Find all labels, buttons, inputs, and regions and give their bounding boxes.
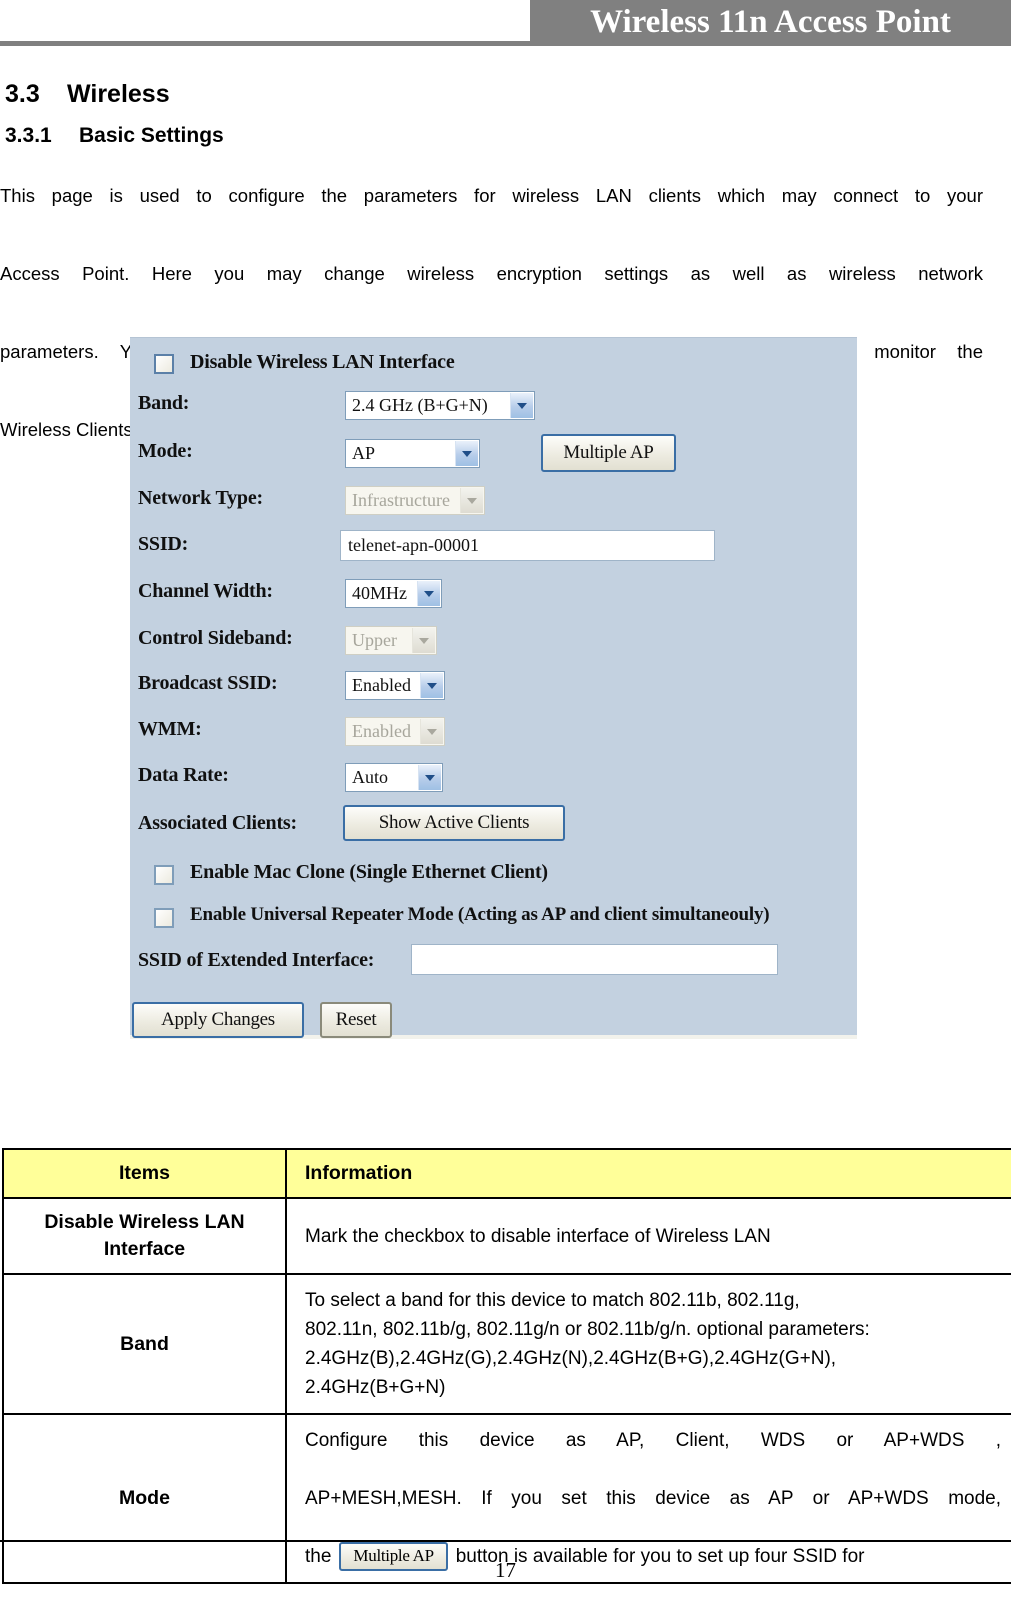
- show-active-clients-button[interactable]: Show Active Clients: [343, 805, 565, 841]
- control-sideband-row: Control Sideband: Upper: [130, 620, 857, 666]
- data-rate-select[interactable]: Auto: [345, 763, 443, 792]
- section-heading: 3.3 Wireless: [5, 80, 170, 109]
- channel-width-label: Channel Width:: [138, 580, 273, 602]
- mac-clone-label: Enable Mac Clone (Single Ethernet Client…: [190, 861, 548, 883]
- disable-wlan-row: Disable Wireless LAN Interface: [130, 343, 857, 389]
- column-header-items: Items: [2, 1148, 287, 1199]
- wmm-select: Enabled: [345, 717, 445, 746]
- form-actions-row: Apply Changes Reset: [130, 1002, 857, 1048]
- chevron-down-icon[interactable]: [417, 581, 440, 606]
- intro-line-2: Access Point. Here you may change wirele…: [0, 263, 983, 284]
- multiple-ap-button[interactable]: Multiple AP: [541, 434, 676, 472]
- data-rate-row: Data Rate: Auto: [130, 757, 857, 803]
- broadcast-ssid-label: Broadcast SSID:: [138, 672, 278, 694]
- associated-clients-row: Associated Clients: Show Active Clients: [130, 805, 857, 851]
- ssid-label: SSID:: [138, 533, 189, 555]
- network-type-row: Network Type: Infrastructure: [130, 480, 857, 526]
- chevron-down-icon: [460, 488, 483, 513]
- disable-wlan-label: Disable Wireless LAN Interface: [190, 351, 455, 373]
- ssid-row: SSID: telenet-apn-00001: [130, 526, 857, 572]
- data-rate-select-value: Auto: [352, 767, 388, 787]
- page-number: 17: [495, 1558, 516, 1582]
- description-line: 2.4GHz(B+G+N): [305, 1377, 446, 1398]
- broadcast-ssid-select[interactable]: Enabled: [345, 671, 445, 700]
- wireless-basic-settings-screenshot: Disable Wireless LAN Interface Band: 2.4…: [130, 337, 857, 1072]
- universal-repeater-row: Enable Universal Repeater Mode (Acting a…: [130, 898, 857, 944]
- items-information-table: Items Information Disable Wireless LAN I…: [2, 1148, 1011, 1585]
- chevron-down-icon[interactable]: [510, 393, 533, 418]
- row-item-description: Mark the checkbox to disable interface o…: [285, 1197, 1011, 1275]
- channel-width-select-value: 40MHz: [352, 583, 407, 603]
- mode-row: Mode: AP Multiple AP: [130, 433, 857, 479]
- subsection-title: Basic Settings: [79, 124, 224, 147]
- document-header: Wireless 11n Access Point: [0, 0, 1011, 52]
- wmm-label: WMM:: [138, 718, 202, 740]
- row-item-name: Disable Wireless LAN Interface: [2, 1197, 287, 1275]
- description-line: To select a band for this device to matc…: [305, 1290, 800, 1311]
- table-row: Disable Wireless LAN Interface Mark the …: [2, 1197, 1011, 1275]
- mode-select[interactable]: AP: [345, 439, 480, 468]
- ssid-extended-row: SSID of Extended Interface:: [130, 942, 857, 988]
- header-rule: [0, 41, 533, 46]
- chevron-down-icon: [420, 719, 443, 744]
- header-title-band: Wireless 11n Access Point: [530, 0, 1011, 46]
- subsection-heading: 3.3.1 Basic Settings: [5, 124, 224, 148]
- network-type-select-value: Infrastructure: [352, 490, 450, 510]
- chevron-down-icon[interactable]: [418, 765, 441, 790]
- universal-repeater-label: Enable Universal Repeater Mode (Acting a…: [190, 904, 770, 925]
- ssid-input[interactable]: telenet-apn-00001: [340, 530, 715, 561]
- channel-width-select[interactable]: 40MHz: [345, 579, 442, 608]
- row-item-name: Band: [2, 1273, 287, 1415]
- ssid-extended-label: SSID of Extended Interface:: [138, 949, 375, 971]
- network-type-select: Infrastructure: [345, 486, 485, 515]
- broadcast-ssid-row: Broadcast SSID: Enabled: [130, 665, 857, 711]
- description-line: Configure this device as AP, Client, WDS…: [305, 1430, 1001, 1451]
- table-header-row: Items Information: [2, 1148, 1011, 1199]
- wmm-select-value: Enabled: [352, 721, 411, 741]
- mode-label: Mode:: [138, 440, 193, 462]
- table-row: Band To select a band for this device to…: [2, 1273, 1011, 1415]
- band-row: Band: 2.4 GHz (B+G+N): [130, 385, 857, 431]
- control-sideband-select-value: Upper: [352, 630, 397, 650]
- description-line: 2.4GHz(B),2.4GHz(G),2.4GHz(N),2.4GHz(B+G…: [305, 1348, 837, 1369]
- section-number: 3.3: [5, 80, 40, 108]
- mac-clone-checkbox[interactable]: [154, 865, 174, 885]
- row-item-description: To select a band for this device to matc…: [285, 1273, 1011, 1415]
- apply-changes-button[interactable]: Apply Changes: [132, 1002, 304, 1038]
- control-sideband-select: Upper: [345, 626, 437, 655]
- subsection-number: 3.3.1: [5, 124, 52, 147]
- chevron-down-icon[interactable]: [420, 673, 443, 698]
- wmm-row: WMM: Enabled: [130, 711, 857, 757]
- description-line: Mark the checkbox to disable interface o…: [305, 1225, 771, 1247]
- ssid-extended-input[interactable]: [411, 944, 778, 975]
- intro-line-1: This page is used to configure the param…: [0, 185, 983, 206]
- description-line: AP+MESH,MESH. If you set this device as …: [305, 1488, 1001, 1509]
- footer-rule: [0, 1540, 1011, 1542]
- mac-clone-row: Enable Mac Clone (Single Ethernet Client…: [130, 855, 857, 901]
- mode-select-value: AP: [352, 443, 376, 463]
- header-title: Wireless 11n Access Point: [590, 4, 951, 40]
- broadcast-ssid-select-value: Enabled: [352, 675, 411, 695]
- band-label: Band:: [138, 392, 190, 414]
- band-select-value: 2.4 GHz (B+G+N): [352, 395, 488, 415]
- chevron-down-icon: [412, 628, 435, 653]
- associated-clients-label: Associated Clients:: [138, 812, 297, 834]
- data-rate-label: Data Rate:: [138, 764, 229, 786]
- control-sideband-label: Control Sideband:: [138, 627, 293, 649]
- channel-width-row: Channel Width: 40MHz: [130, 573, 857, 619]
- column-header-information: Information: [285, 1148, 1011, 1199]
- section-title: Wireless: [67, 80, 170, 108]
- description-line: 802.11n, 802.11b/g, 802.11g/n or 802.11b…: [305, 1319, 870, 1340]
- disable-wlan-checkbox[interactable]: [154, 354, 174, 374]
- universal-repeater-checkbox[interactable]: [154, 908, 174, 928]
- reset-button[interactable]: Reset: [320, 1002, 392, 1038]
- band-select[interactable]: 2.4 GHz (B+G+N): [345, 391, 535, 420]
- chevron-down-icon[interactable]: [455, 441, 478, 466]
- network-type-label: Network Type:: [138, 487, 263, 509]
